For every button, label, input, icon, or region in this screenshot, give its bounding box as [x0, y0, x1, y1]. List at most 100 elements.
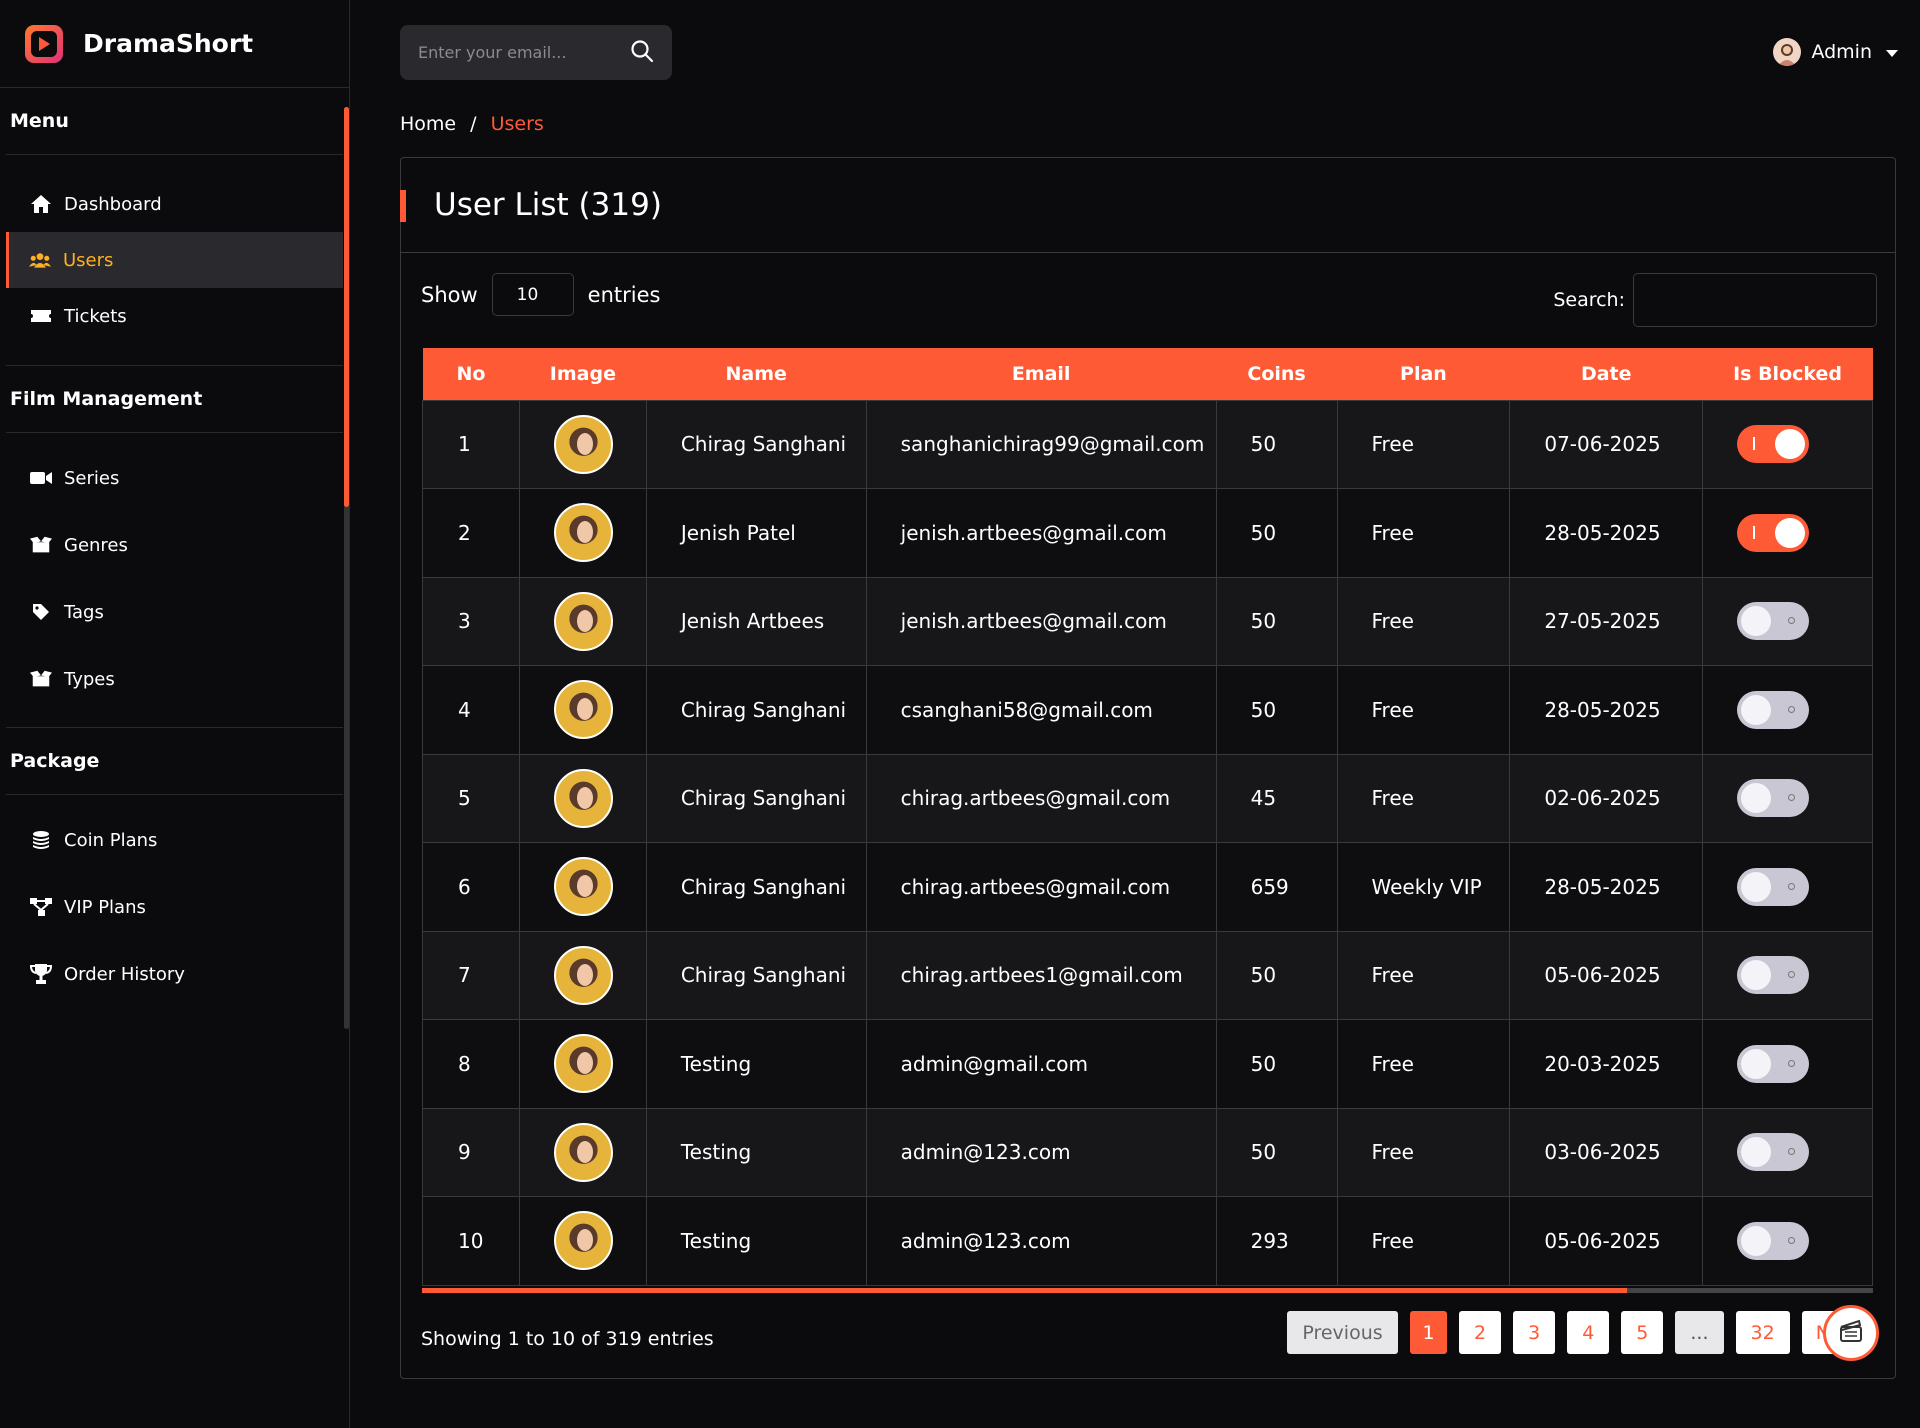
table-row: 1 Chirag Sanghani sanghanichirag99@gmail.c… [422, 399, 1873, 489]
cell-plan: Free [1336, 1019, 1511, 1109]
user-avatar[interactable] [553, 414, 613, 474]
page-length-control: Show 10 entries [421, 273, 660, 316]
pagination-page-2[interactable]: 2 [1459, 1311, 1502, 1354]
blocked-toggle[interactable] [1737, 1133, 1810, 1172]
cell-email: csanghani58@gmail.com [865, 665, 1217, 755]
cell-image [518, 842, 647, 932]
sidebar-item-label: Tickets [64, 305, 127, 327]
user-avatar[interactable] [553, 857, 613, 917]
table-horizontal-scrollbar[interactable] [422, 1288, 1873, 1293]
table-row: 5 Chirag Sanghani chirag.artbees@gmail.com… [422, 753, 1873, 843]
sidebar-item-label: Dashboard [64, 193, 162, 215]
pagination-page-5[interactable]: 5 [1621, 1311, 1664, 1354]
blocked-toggle[interactable] [1737, 425, 1810, 464]
cell-date: 05-06-2025 [1509, 1196, 1704, 1286]
table-search-input[interactable] [1633, 273, 1877, 327]
search-icon[interactable] [630, 39, 654, 67]
table-row: 7 Chirag Sanghani chirag.artbees1@gmail.co… [422, 930, 1873, 1020]
cell-coins: 293 [1215, 1196, 1338, 1286]
pagination-previous[interactable]: Previous [1287, 1311, 1398, 1354]
blocked-toggle[interactable] [1737, 867, 1810, 906]
column-header-no[interactable]: No [423, 348, 520, 400]
cell-plan: Free [1336, 665, 1511, 755]
blocked-toggle[interactable] [1737, 690, 1810, 729]
cell-name: Chirag Sanghani [645, 930, 867, 1020]
pagination-page-3[interactable]: 3 [1513, 1311, 1556, 1354]
sidebar-scrollbar-thumb[interactable] [344, 107, 349, 507]
sidebar-item-types[interactable]: Types [6, 651, 343, 707]
cell-email: admin@gmail.com [865, 1019, 1217, 1109]
column-header-image[interactable]: Image [519, 348, 646, 400]
column-header-is-blocked[interactable]: Is Blocked [1703, 348, 1873, 400]
sidebar-item-tickets[interactable]: Tickets [6, 288, 343, 344]
video-icon [30, 467, 52, 489]
user-avatar[interactable] [553, 1034, 613, 1094]
cell-image [518, 1196, 647, 1286]
sidebar-item-label: Series [64, 467, 120, 489]
column-header-coins[interactable]: Coins [1216, 348, 1337, 400]
sidebar-item-coin-plans[interactable]: Coin Plans [6, 812, 343, 868]
blocked-toggle[interactable] [1737, 1044, 1810, 1083]
blocked-toggle[interactable] [1737, 1221, 1810, 1260]
cell-email: chirag.artbees@gmail.com [865, 842, 1217, 932]
cell-coins: 50 [1215, 488, 1338, 578]
table-search: Search: [1553, 273, 1877, 327]
sidebar-item-dashboard[interactable]: Dashboard [6, 176, 343, 232]
blocked-toggle[interactable] [1737, 956, 1810, 995]
breadcrumb-home[interactable]: Home [400, 113, 456, 135]
cell-email: sanghanichirag99@gmail.com [865, 399, 1217, 489]
email-search-input[interactable] [418, 43, 618, 62]
sidebar-item-vip-plans[interactable]: VIP Plans [6, 879, 343, 935]
cell-no: 1 [422, 399, 520, 489]
cell-email: chirag.artbees1@gmail.com [865, 930, 1217, 1020]
sidebar-item-order-history[interactable]: Order History [6, 946, 343, 1002]
pagination-page-1[interactable]: 1 [1410, 1311, 1447, 1354]
brand[interactable]: DramaShort [0, 0, 349, 88]
cell-email: admin@123.com [865, 1107, 1217, 1197]
cell-plan: Free [1336, 576, 1511, 666]
box-icon [30, 668, 52, 690]
cell-plan: Free [1336, 1196, 1511, 1286]
column-header-email[interactable]: Email [866, 348, 1216, 400]
user-avatar[interactable] [553, 945, 613, 1005]
user-avatar[interactable] [553, 680, 613, 740]
sidebar-item-tags[interactable]: Tags [6, 584, 343, 640]
column-header-name[interactable]: Name [646, 348, 866, 400]
user-menu[interactable]: Admin [1773, 38, 1898, 66]
floating-action-button[interactable] [1823, 1305, 1879, 1361]
pagination-page-32[interactable]: 32 [1735, 1311, 1790, 1354]
sidebar-item-users[interactable]: Users [6, 232, 343, 288]
cell-date: 07-06-2025 [1509, 399, 1704, 489]
cell-plan: Free [1336, 930, 1511, 1020]
blocked-toggle[interactable] [1737, 779, 1810, 818]
cell-date: 03-06-2025 [1509, 1107, 1704, 1197]
cell-coins: 659 [1215, 842, 1338, 932]
app-name: DramaShort [83, 29, 254, 58]
header-search[interactable] [400, 25, 672, 80]
user-avatar[interactable] [553, 1211, 613, 1271]
cell-is-blocked [1702, 399, 1873, 489]
page-length-select[interactable]: 10 [491, 273, 574, 316]
cell-image [518, 1107, 647, 1197]
cell-coins: 50 [1215, 399, 1338, 489]
user-avatar[interactable] [553, 1122, 613, 1182]
sidebar-item-series[interactable]: Series [6, 450, 343, 506]
cell-email: jenish.artbees@gmail.com [865, 488, 1217, 578]
column-header-date[interactable]: Date [1510, 348, 1703, 400]
sidebar-item-genres[interactable]: Genres [6, 517, 343, 573]
user-avatar[interactable] [553, 768, 613, 828]
cell-image [518, 1019, 647, 1109]
cell-plan: Free [1336, 1107, 1511, 1197]
user-avatar[interactable] [553, 591, 613, 651]
column-header-plan[interactable]: Plan [1337, 348, 1510, 400]
blocked-toggle[interactable] [1737, 513, 1810, 552]
table-scrollbar-thumb[interactable] [422, 1288, 1627, 1293]
cell-image [518, 930, 647, 1020]
cell-name: Chirag Sanghani [645, 842, 867, 932]
user-avatar[interactable] [553, 503, 613, 563]
cell-coins: 50 [1215, 930, 1338, 1020]
blocked-toggle[interactable] [1737, 602, 1810, 641]
cell-name: Testing [645, 1019, 867, 1109]
cell-plan: Free [1336, 488, 1511, 578]
pagination-page-4[interactable]: 4 [1567, 1311, 1610, 1354]
